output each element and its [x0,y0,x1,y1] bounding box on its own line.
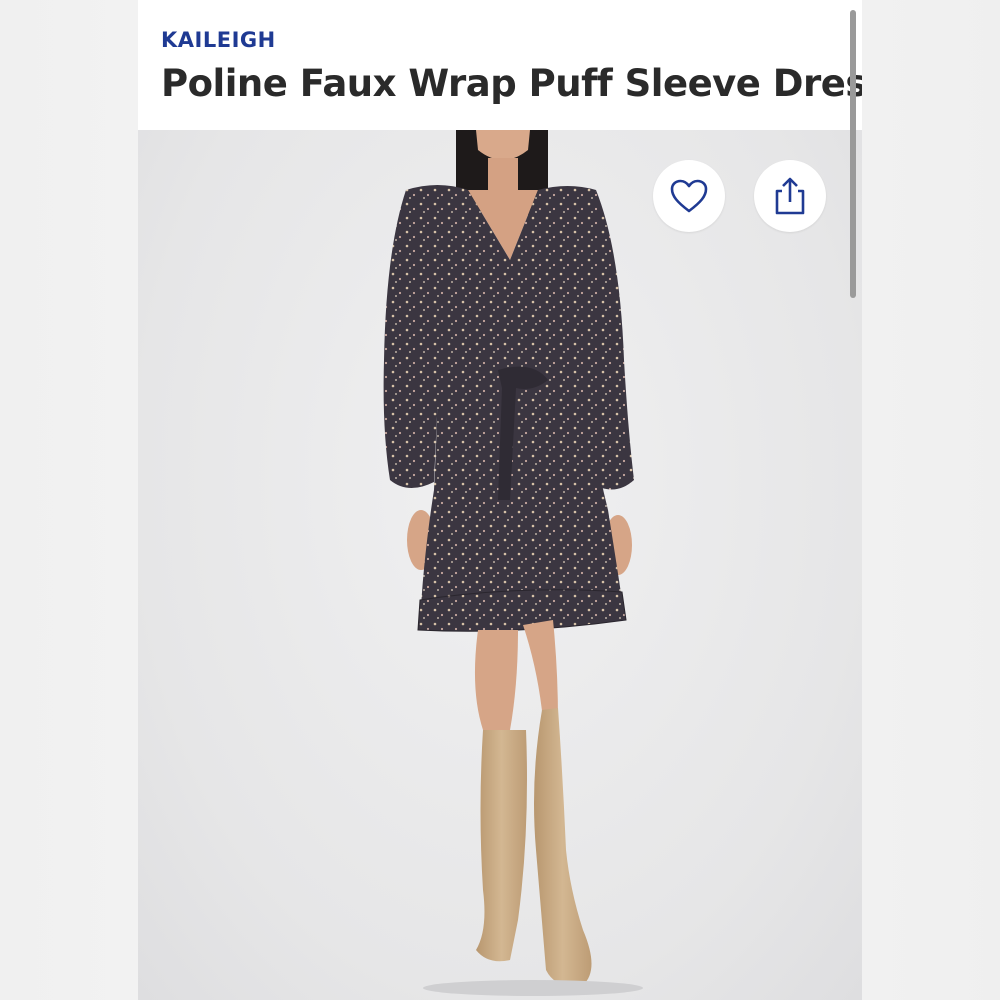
favorite-button[interactable] [653,160,725,232]
scrollbar[interactable] [850,10,856,298]
product-image[interactable] [138,130,862,1000]
share-button[interactable] [754,160,826,232]
model-illustration [383,130,643,996]
product-card: KAILEIGH Poline Faux Wrap Puff Sleeve Dr… [138,0,862,1000]
heart-icon [670,179,708,213]
brand-name[interactable]: KAILEIGH [161,28,276,52]
product-header: KAILEIGH Poline Faux Wrap Puff Sleeve Dr… [138,0,862,130]
product-title: Poline Faux Wrap Puff Sleeve Dress [161,62,862,105]
share-icon [775,177,805,215]
